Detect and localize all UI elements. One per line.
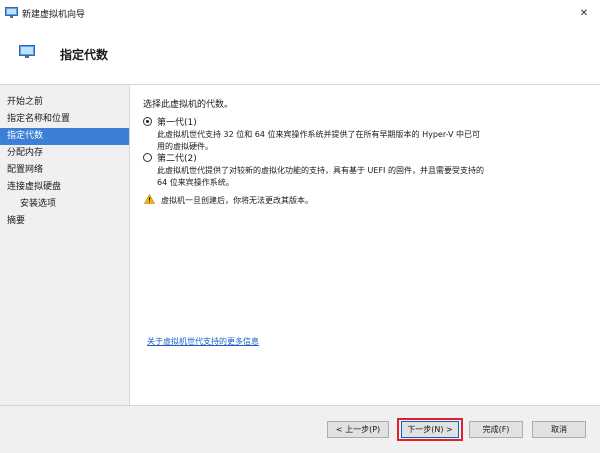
warning-triangle-icon bbox=[143, 193, 156, 207]
warning-text: 虚拟机一旦创建后，你将无法更改其版本。 bbox=[161, 196, 313, 205]
cancel-button[interactable]: 取消 bbox=[532, 421, 586, 438]
wizard-steps-sidebar: 开始之前 指定名称和位置 指定代数 分配内存 配置网络 连接虚拟硬盘 安装选项 … bbox=[0, 85, 130, 405]
sidebar-item-connect-virtual-disk[interactable]: 连接虚拟硬盘 bbox=[0, 179, 129, 196]
title-bar: 新建虚拟机向导 ✕ bbox=[0, 0, 600, 26]
generation-prompt: 选择此虚拟机的代数。 bbox=[143, 100, 234, 110]
generation-2-option[interactable]: 第二代(2) bbox=[143, 151, 197, 164]
previous-button[interactable]: < 上一步(P) bbox=[327, 421, 389, 438]
sidebar-item-specify-generation[interactable]: 指定代数 bbox=[0, 128, 129, 145]
generation-1-radio[interactable] bbox=[143, 117, 152, 126]
wizard-header: 指定代数 bbox=[0, 26, 600, 85]
generation-2-label: 第二代(2) bbox=[157, 154, 197, 164]
sidebar-item-configure-networking[interactable]: 配置网络 bbox=[0, 162, 129, 179]
sidebar-item-before-you-begin[interactable]: 开始之前 bbox=[0, 94, 129, 111]
version-warning: 虚拟机一旦创建后，你将无法更改其版本。 bbox=[143, 193, 313, 207]
page-title: 指定代数 bbox=[60, 48, 109, 62]
generation-1-label: 第一代(1) bbox=[157, 118, 197, 128]
monitor-icon bbox=[19, 45, 35, 59]
window-title: 新建虚拟机向导 bbox=[22, 10, 86, 20]
sidebar-item-assign-memory[interactable]: 分配内存 bbox=[0, 145, 129, 162]
more-info-link[interactable]: 关于虚拟机世代支持的更多信息 bbox=[147, 336, 259, 347]
sidebar-item-installation-options[interactable]: 安装选项 bbox=[0, 196, 129, 213]
new-vm-wizard-window: 新建虚拟机向导 ✕ 指定代数 开始之前 指定名称和位置 指定代数 分配内存 配置… bbox=[0, 0, 600, 453]
generation-2-description: 此虚拟机世代提供了对较新的虚拟化功能的支持，具有基于 UEFI 的固件，并且需要… bbox=[157, 166, 484, 187]
close-icon: ✕ bbox=[579, 7, 589, 19]
generation-1-option[interactable]: 第一代(1) bbox=[143, 115, 197, 128]
next-button[interactable]: 下一步(N) > bbox=[401, 421, 459, 438]
wizard-footer: < 上一步(P) 下一步(N) > 完成(F) 取消 bbox=[0, 406, 600, 453]
monitor-icon bbox=[5, 7, 18, 18]
sidebar-item-name-location[interactable]: 指定名称和位置 bbox=[0, 111, 129, 128]
main-content: 选择此虚拟机的代数。 第一代(1) 此虚拟机世代支持 32 位和 64 位来宾操… bbox=[130, 85, 600, 405]
finish-button[interactable]: 完成(F) bbox=[469, 421, 523, 438]
generation-2-radio[interactable] bbox=[143, 153, 152, 162]
generation-1-description: 此虚拟机世代支持 32 位和 64 位来宾操作系统并提供了在所有早期版本的 Hy… bbox=[157, 130, 481, 151]
close-button[interactable]: ✕ bbox=[574, 4, 594, 22]
sidebar-item-summary[interactable]: 摘要 bbox=[0, 213, 129, 230]
